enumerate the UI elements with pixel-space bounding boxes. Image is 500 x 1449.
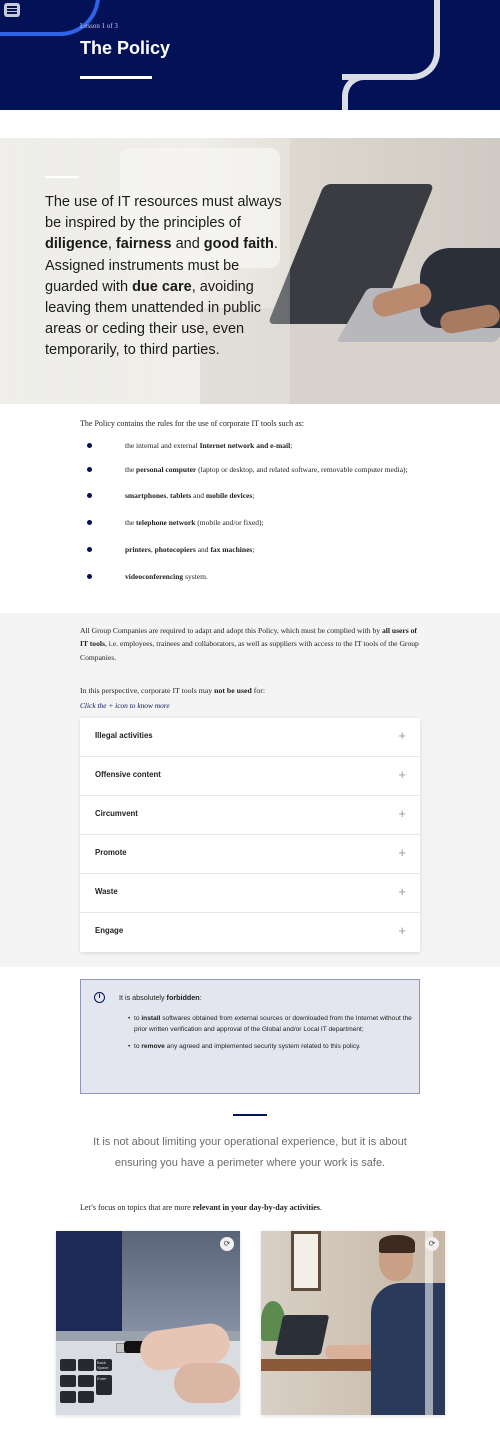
accordion-item-circumvent[interactable]: Circumvent + [80, 796, 420, 835]
policy-tools-list: the internal and external Internet netwo… [80, 440, 410, 582]
plus-icon[interactable]: + [398, 728, 406, 743]
accordion-item-offensive-content[interactable]: Offensive content + [80, 757, 420, 796]
hero-banner: The use of IT resources must always be i… [0, 138, 500, 404]
accordion-item-promote[interactable]: Promote + [80, 835, 420, 874]
list-item: to install softwares obtained from exter… [128, 1013, 413, 1035]
flip-icon[interactable]: ⟳ [425, 1237, 439, 1251]
person [371, 1283, 445, 1415]
policy-intro: The Policy contains the rules for the us… [80, 419, 305, 428]
list-item: videoconferencing system. [80, 571, 410, 582]
title-underline [80, 76, 152, 79]
notice-lead: It is absolutely forbidden: [119, 993, 202, 1002]
flip-icon[interactable]: ⟳ [220, 1237, 234, 1251]
accordion-item-waste[interactable]: Waste + [80, 874, 420, 913]
plus-icon[interactable]: + [398, 923, 406, 938]
adoption-paragraph: All Group Companies are required to adap… [80, 626, 419, 662]
plus-icon[interactable]: + [398, 806, 406, 821]
laptop [274, 1315, 330, 1355]
info-icon: i [94, 992, 105, 1003]
focus-intro: Let’s focus on topics that are more rele… [80, 1203, 322, 1212]
hero-statement: The use of IT resources must always be i… [45, 194, 282, 359]
section-divider [233, 1114, 267, 1116]
list-item: smartphones, tablets and mobile devices; [80, 490, 410, 501]
flip-card-usb[interactable]: Back Space Enter ⟳ [56, 1231, 240, 1415]
lesson-header: Lesson 1 of 3 The Policy [0, 0, 500, 110]
hero-rule [45, 176, 79, 178]
plus-icon[interactable]: + [398, 884, 406, 899]
page-title: The Policy [80, 38, 171, 58]
backspace-key: Back Space [96, 1359, 112, 1371]
list-item: the telephone network (mobile and/or fix… [80, 517, 410, 528]
accordion-item-engage[interactable]: Engage + [80, 913, 420, 952]
flip-card-office[interactable]: ⟳ [261, 1231, 445, 1415]
list-item: the personal computer (laptop or desktop… [80, 464, 410, 475]
lesson-counter: Lesson 1 of 3 [80, 22, 118, 30]
list-item: the internal and external Internet netwo… [80, 440, 410, 451]
forbidden-notice: i It is absolutely forbidden: to install… [80, 979, 420, 1094]
perspective-paragraph: In this perspective, corporate IT tools … [80, 686, 266, 695]
decorative-arc-right [342, 0, 440, 80]
restrictions-accordion: Illegal activities + Offensive content + C… [80, 718, 420, 952]
enter-key: Enter [96, 1375, 112, 1395]
list-item: to remove any agreed and implemented sec… [128, 1041, 413, 1052]
forbidden-list: to install softwares obtained from exter… [128, 1013, 413, 1058]
safety-quote: It is not about limiting your operationa… [93, 1136, 407, 1169]
plus-icon[interactable]: + [398, 767, 406, 782]
list-item: printers, photocopiers and fax machines; [80, 544, 410, 555]
plus-icon[interactable]: + [398, 845, 406, 860]
accordion-hint: Click the + icon to know more [80, 701, 170, 710]
menu-icon[interactable] [4, 3, 20, 17]
accordion-item-illegal-activities[interactable]: Illegal activities + [80, 718, 420, 757]
